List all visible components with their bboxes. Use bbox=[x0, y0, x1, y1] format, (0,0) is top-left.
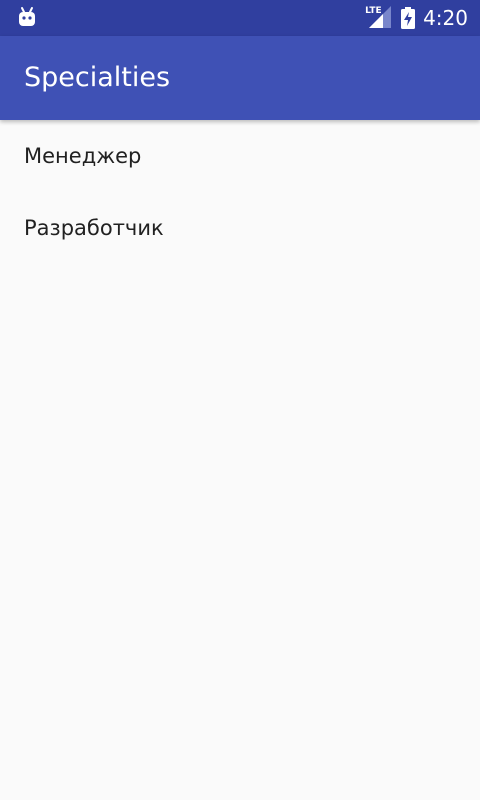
status-icons: LTE 4:20 bbox=[365, 0, 468, 36]
list-item[interactable]: Разработчик bbox=[0, 192, 480, 264]
android-debug-icon bbox=[19, 7, 35, 26]
status-bar: LTE 4:20 bbox=[0, 0, 480, 36]
page-title: Specialties bbox=[24, 62, 171, 93]
list-item-label: Менеджер bbox=[24, 144, 142, 168]
clock: 4:20 bbox=[423, 6, 468, 30]
list-item-label: Разработчик bbox=[24, 216, 164, 240]
network-indicator: LTE bbox=[365, 6, 393, 30]
network-type-label: LTE bbox=[365, 6, 382, 16]
battery-charging-icon bbox=[401, 7, 416, 29]
specialties-list: Менеджер Разработчик bbox=[0, 120, 480, 264]
app-bar: Specialties bbox=[0, 36, 480, 120]
list-item[interactable]: Менеджер bbox=[0, 120, 480, 192]
